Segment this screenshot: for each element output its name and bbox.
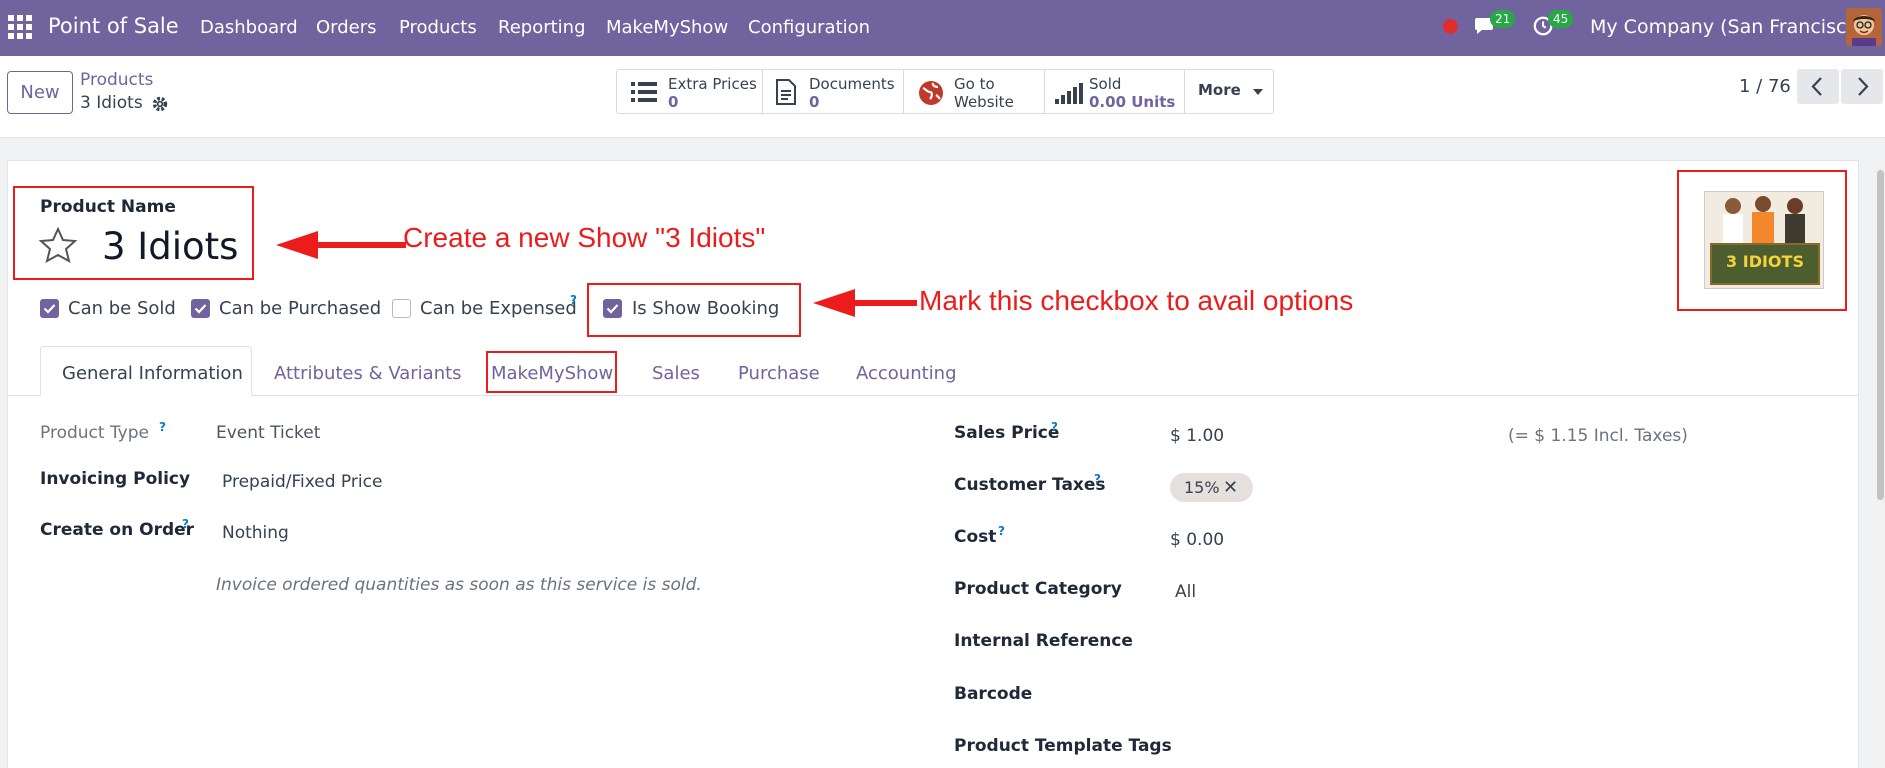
invoice-policy-note: Invoice ordered quantities as soon as th… [216,575,702,595]
app-brand[interactable]: Point of Sale [48,14,179,38]
more-button[interactable]: More [1185,70,1273,113]
more-label: More [1198,81,1241,99]
activities-badge: 45 [1548,10,1574,28]
smart-buttons: Extra Prices 0 Documents 0 Go to Website… [616,69,1274,114]
can-be-expensed-checkbox[interactable] [392,299,411,318]
product-type-value: Event Ticket [216,423,321,443]
product-category-value[interactable]: All [1175,582,1196,602]
customer-taxes-help-icon[interactable]: ? [1094,472,1101,486]
messages-badge: 21 [1490,10,1516,28]
top-navbar: Point of Sale Dashboard Orders Products … [0,0,1885,56]
sales-price-help-icon[interactable]: ? [1051,420,1058,434]
breadcrumb-current: 3 Idiots [80,93,143,113]
highlight-product-name [13,186,254,280]
sales-price-label: Sales Price [954,423,1060,443]
remove-tag-icon[interactable]: ✕ [1223,473,1238,502]
menu-dashboard[interactable]: Dashboard [200,17,298,38]
create-on-order-help-icon[interactable]: ? [182,517,189,531]
invoicing-policy-value[interactable]: Prepaid/Fixed Price [222,472,382,492]
caret-down-icon [1253,89,1263,95]
invoicing-policy-label: Invoicing Policy [40,469,191,489]
can-be-expensed-label: Can be Expensed [420,298,577,319]
documents-button[interactable]: Documents 0 [763,70,904,113]
product-template-tags-label: Product Template Tags [954,736,1172,756]
checkmark-icon [43,304,56,314]
cost-value[interactable]: $ 0.00 [1170,530,1224,550]
document-icon [776,79,796,105]
arrow-left-icon [813,289,917,317]
scrollbar-thumb[interactable] [1877,170,1884,500]
menu-makemyshow[interactable]: MakeMyShow [606,17,728,38]
pager-previous-button[interactable] [1797,69,1839,104]
breadcrumb-products[interactable]: Products [80,70,153,90]
go-to-website-button[interactable]: Go to Website [904,70,1045,113]
documents-label: Documents [809,75,895,93]
sold-button[interactable]: Sold 0.00 Units [1045,70,1185,113]
can-be-expensed-help-icon[interactable]: ? [570,293,577,307]
product-type-help-icon[interactable]: ? [159,420,166,434]
sold-value: 0.00 Units [1089,93,1176,111]
can-be-sold-checkbox[interactable] [40,299,59,318]
tab-attributes-variants[interactable]: Attributes & Variants [274,363,462,384]
new-button[interactable]: New [7,71,73,114]
documents-value: 0 [809,93,820,111]
menu-orders[interactable]: Orders [316,17,377,38]
tab-purchase[interactable]: Purchase [738,363,820,384]
apps-grid-icon[interactable] [8,15,32,39]
internal-reference-label: Internal Reference [954,631,1133,651]
highlight-product-image [1677,170,1847,311]
extra-prices-label: Extra Prices [668,75,757,93]
bar-signal-icon [1055,83,1083,104]
barcode-label: Barcode [954,684,1033,704]
tax-tag-label: 15% [1184,478,1220,497]
annotation-mark-checkbox: Mark this checkbox to avail options [919,285,1354,316]
checkmark-icon [194,304,207,314]
can-be-purchased-label: Can be Purchased [219,298,382,319]
cost-label: Cost [954,527,997,547]
create-on-order-value[interactable]: Nothing [222,523,289,543]
list-icon [631,82,657,102]
customer-taxes-label: Customer Taxes [954,475,1106,495]
can-be-purchased-checkbox[interactable] [191,299,210,318]
menu-reporting[interactable]: Reporting [498,17,586,38]
annotation-create-show: Create a new Show "3 Idiots" [403,222,766,253]
extra-prices-value: 0 [668,93,679,111]
go-to-label: Go to [954,75,995,93]
tab-general-information[interactable]: General Information [62,363,243,384]
sales-price-value[interactable]: $ 1.00 [1170,426,1224,446]
extra-prices-button[interactable]: Extra Prices 0 [617,70,763,113]
tabs-divider [8,395,1858,396]
pager-next-button[interactable] [1841,69,1883,104]
tab-sales[interactable]: Sales [652,363,700,384]
recording-indicator-icon[interactable] [1443,19,1458,34]
menu-configuration[interactable]: Configuration [748,17,870,38]
gear-icon[interactable] [151,95,169,113]
product-type-label: Product Type [40,423,149,443]
tab-accounting[interactable]: Accounting [856,363,957,384]
company-switcher[interactable]: My Company (San Francisco) [1590,16,1865,38]
chevron-right-icon [1858,77,1869,96]
highlight-makemyshow-tab [486,351,617,393]
tax-tag[interactable]: 15% ✕ [1170,473,1253,502]
highlight-show-booking [587,283,801,337]
chevron-left-icon [1811,77,1822,96]
website-label: Website [954,93,1014,111]
pager-value[interactable]: 1 / 76 [1739,76,1791,97]
page-scrollbar[interactable] [1876,160,1885,768]
cost-help-icon[interactable]: ? [998,524,1005,538]
product-category-label: Product Category [954,579,1122,599]
can-be-sold-label: Can be Sold [68,298,176,319]
user-avatar[interactable] [1846,8,1882,46]
incl-taxes-value: (= $ 1.15 Incl. Taxes) [1508,426,1688,446]
globe-icon [919,81,943,105]
sold-label: Sold [1089,75,1122,93]
menu-products[interactable]: Products [399,17,477,38]
create-on-order-label: Create on Order [40,520,195,540]
arrow-left-icon [276,231,406,259]
